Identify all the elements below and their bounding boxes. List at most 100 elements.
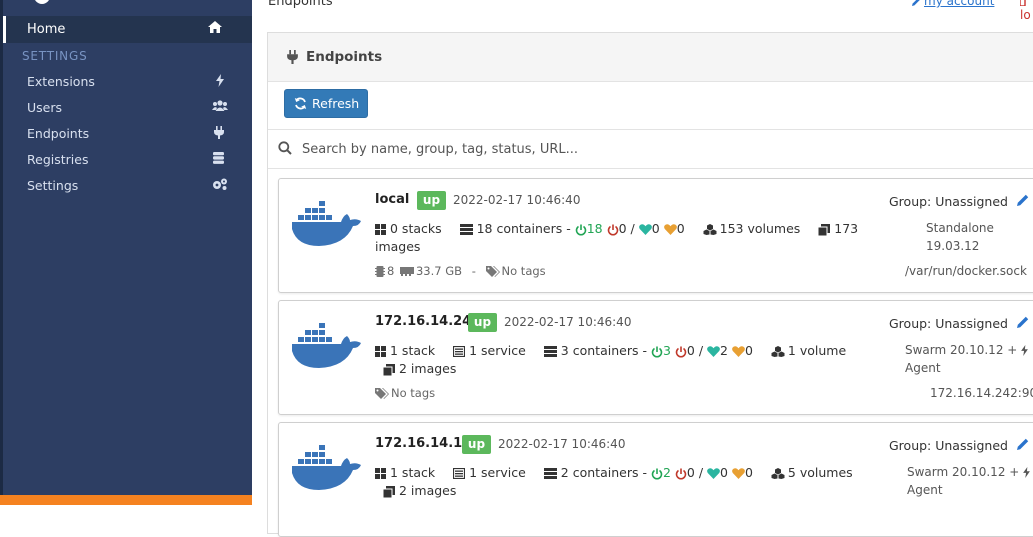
endpoint-type-label: Swarm 20.10.12 + — [905, 343, 1018, 357]
power-icon-stopped — [607, 224, 619, 236]
stopped-count: 0 — [686, 343, 695, 358]
separator-slash: / — [698, 465, 704, 480]
endpoint-agent: Agent — [905, 361, 941, 375]
separator-slash: / — [630, 221, 635, 236]
unhealthy-count: 0 — [744, 465, 753, 480]
search-input[interactable] — [300, 138, 904, 160]
bolt-icon — [216, 74, 224, 87]
microchip-icon — [375, 266, 385, 277]
logo[interactable] — [34, 0, 50, 4]
logout-link[interactable]: lo — [1020, 0, 1033, 22]
power-icon-stopped — [675, 468, 687, 480]
stopped-count: 0 — [618, 221, 627, 236]
tags-icon — [485, 266, 500, 277]
volumes-count: 1 volume — [787, 343, 847, 358]
power-icon-stopped — [675, 346, 687, 358]
separator-dash: - — [642, 343, 647, 358]
endpoint-group: Group: Unassigned — [889, 316, 1008, 331]
running-count: 3 — [662, 343, 671, 358]
cpu-count: 8 — [387, 264, 395, 278]
separator-slash: / — [698, 343, 704, 358]
separator-dash: - — [471, 264, 476, 278]
endpoint-group: Group: Unassigned — [889, 194, 1008, 209]
power-icon-running — [651, 468, 663, 480]
edit-pencil-icon[interactable] — [1017, 316, 1029, 328]
endpoint-url: /var/run/docker.sock — [905, 264, 1027, 278]
edit-pencil-icon[interactable] — [1017, 194, 1029, 206]
clone-icon — [383, 485, 395, 498]
running-count: 2 — [662, 465, 671, 480]
heartbeat-icon-unhealthy — [663, 224, 677, 235]
refresh-button[interactable]: Refresh — [284, 89, 368, 118]
heartbeat-icon-healthy — [707, 346, 720, 357]
sidebar-item-endpoints[interactable]: Endpoints — [3, 120, 252, 146]
endpoint-type: Swarm 20.10.12 + — [907, 465, 1031, 479]
panel-heading: Endpoints — [268, 33, 1033, 82]
stacks-count: 0 stacks — [390, 221, 442, 236]
server-icon — [543, 468, 557, 479]
home-icon — [208, 21, 222, 33]
heartbeat-icon-unhealthy — [732, 468, 745, 479]
heartbeat-icon-unhealthy — [732, 346, 745, 357]
cubes-icon — [771, 346, 785, 357]
running-count: 18 — [586, 221, 603, 236]
sidebar-item-home[interactable]: Home — [3, 16, 252, 43]
sidebar-item-registries[interactable]: Registries — [3, 146, 252, 172]
endpoint-images: 2 images — [383, 483, 456, 498]
services-count: 1 service — [469, 465, 526, 480]
tags-label: No tags — [391, 386, 436, 400]
containers-count: 18 containers — [476, 221, 563, 236]
th-large-icon — [375, 346, 386, 357]
sidebar-item-label: Extensions — [27, 74, 95, 89]
endpoint-card-local[interactable]: local up 2022-02-17 10:46:40 Group: Unas… — [278, 178, 1033, 293]
sidebar-item-users[interactable]: Users — [3, 94, 252, 120]
memory-size: 33.7 GB — [415, 264, 463, 278]
sidebar-item-settings[interactable]: Settings — [3, 172, 252, 198]
list-alt-icon — [453, 468, 466, 479]
refresh-icon — [294, 97, 307, 110]
refresh-label: Refresh — [312, 96, 360, 111]
endpoint-card-172-16-14-242[interactable]: 172.16.14.242 up 2022-02-17 10:46:40 Gro… — [278, 300, 1033, 415]
panel-title: Endpoints — [306, 49, 383, 65]
page-title: Endpoints — [268, 0, 333, 9]
images-label: images — [375, 239, 421, 254]
endpoint-url: 172.16.14.242:9001 — [930, 386, 1033, 400]
endpoint-images: 2 images — [383, 361, 456, 376]
endpoint-name[interactable]: local — [375, 192, 409, 207]
plug-icon — [287, 50, 298, 64]
cubes-icon — [771, 468, 785, 479]
cubes-icon — [703, 224, 717, 235]
cogs-icon — [212, 178, 228, 190]
images-count: 173 — [834, 221, 859, 236]
heartbeat-icon-healthy — [638, 224, 652, 235]
endpoint-version: 19.03.12 — [926, 239, 980, 253]
th-large-icon — [375, 224, 386, 235]
status-badge: up — [417, 191, 446, 210]
sidebar-item-label: Users — [27, 100, 63, 115]
status-badge: up — [468, 313, 497, 332]
sidebar-item-label: Home — [27, 22, 66, 37]
clone-icon — [383, 363, 395, 376]
sidebar-item-label: Registries — [27, 152, 89, 167]
stacks-count: 1 stack — [390, 343, 436, 358]
services-count: 1 service — [469, 343, 526, 358]
docker-whale-icon — [291, 443, 363, 493]
heartbeat-icon-healthy — [707, 468, 720, 479]
endpoint-type-label: Swarm 20.10.12 + — [907, 465, 1020, 479]
healthy-count: 0 — [651, 221, 660, 236]
volumes-count: 5 volumes — [787, 465, 853, 480]
sidebar-item-label: Settings — [27, 178, 79, 193]
stacks-count: 1 stack — [390, 465, 436, 480]
endpoint-card-172-16-14-121[interactable]: 172.16.14.121 up 2022-02-17 10:46:40 Gro… — [278, 422, 1033, 537]
my-account-link[interactable]: my account — [912, 0, 994, 8]
separator-dash: - — [566, 221, 571, 236]
edit-pencil-icon[interactable] — [1017, 438, 1029, 450]
tags-label: No tags — [501, 264, 546, 278]
database-icon — [213, 152, 224, 164]
endpoint-type: Standalone — [926, 221, 994, 235]
healthy-count: 2 — [720, 343, 728, 358]
logout-label: lo — [1020, 8, 1031, 22]
sidebar-item-extensions[interactable]: Extensions — [3, 68, 252, 94]
healthy-count: 0 — [720, 465, 728, 480]
endpoint-name[interactable]: 172.16.14.242 — [375, 314, 480, 329]
